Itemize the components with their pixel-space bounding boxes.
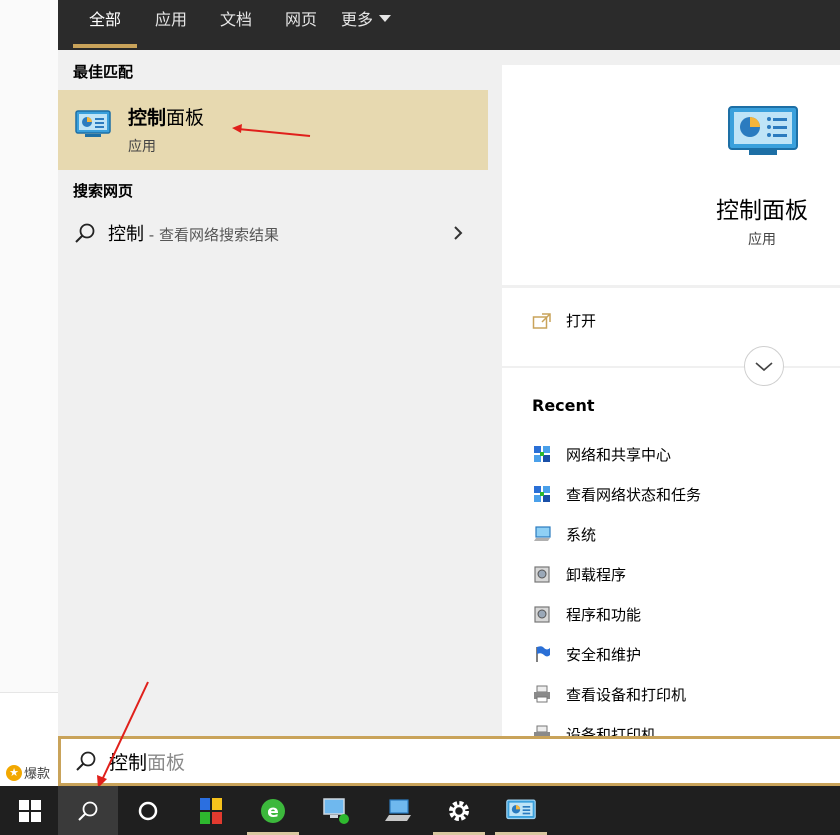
detail-pane: 控制面板 应用 打开 Recent 网络和共享中心 查看网络状态和任务 系统 卸… bbox=[488, 50, 840, 744]
recent-item-label: 程序和功能 bbox=[566, 605, 642, 624]
tab-all-label: 全部 bbox=[88, 10, 121, 29]
taskbar-app-settings[interactable] bbox=[429, 786, 489, 835]
windows-logo-icon bbox=[19, 799, 41, 822]
control-panel-icon bbox=[506, 799, 536, 819]
tab-web-label: 网页 bbox=[284, 10, 317, 29]
open-action[interactable]: 打开 bbox=[532, 310, 596, 331]
best-match-title-bold: 控制 bbox=[128, 107, 167, 129]
recent-item-programs[interactable]: 程序和功能 bbox=[532, 594, 701, 634]
network-icon bbox=[534, 446, 550, 462]
green-browser-icon: e bbox=[261, 798, 285, 823]
star-icon: ★ bbox=[6, 764, 22, 781]
search-panel: 全部 应用 文档 网页 更多 最佳匹配 控制面板 应用 搜索网页 控制 - 查看… bbox=[58, 0, 840, 786]
tab-web[interactable]: 网页 bbox=[276, 0, 326, 50]
taskbar-app-computer[interactable] bbox=[368, 786, 428, 835]
taskbar-app-control-panel[interactable] bbox=[491, 786, 551, 835]
detail-header-card: 控制面板 应用 bbox=[502, 65, 840, 285]
detail-title: 控制面板 bbox=[716, 198, 808, 224]
background-item[interactable]: ★ 爆款 bbox=[6, 763, 50, 782]
web-search-text: 控制 - 查看网络搜索结果 bbox=[108, 220, 279, 246]
recent-item-uninstall[interactable]: 卸载程序 bbox=[532, 554, 701, 594]
best-match-item[interactable]: 控制面板 应用 bbox=[58, 90, 488, 170]
taskbar-app-network[interactable] bbox=[306, 786, 366, 835]
recent-item-label: 网络和共享中心 bbox=[566, 445, 672, 464]
tab-active-underline bbox=[73, 44, 137, 48]
detail-actions-card: 打开 bbox=[502, 288, 840, 366]
best-match-title: 控制面板 bbox=[128, 103, 204, 130]
gear-icon bbox=[449, 800, 469, 821]
tab-documents-label: 文档 bbox=[219, 10, 252, 29]
system-icon bbox=[534, 526, 551, 541]
network-computer-icon bbox=[323, 797, 349, 824]
web-search-query: 控制 bbox=[108, 224, 144, 245]
search-tabs-bar: 全部 应用 文档 网页 更多 bbox=[58, 0, 840, 50]
background-item-label: 爆款 bbox=[24, 767, 51, 782]
search-icon bbox=[75, 223, 95, 243]
recent-card: Recent 网络和共享中心 查看网络状态和任务 系统 卸载程序 程序和功能 安… bbox=[502, 368, 840, 744]
control-panel-icon bbox=[728, 106, 798, 155]
recent-list: 网络和共享中心 查看网络状态和任务 系统 卸载程序 程序和功能 安全和维护 查看… bbox=[532, 434, 701, 754]
control-panel-icon bbox=[75, 110, 111, 137]
flag-icon bbox=[536, 646, 550, 662]
cortana-circle-icon bbox=[138, 801, 158, 820]
tab-all[interactable]: 全部 bbox=[73, 0, 137, 50]
printer-icon bbox=[534, 685, 550, 703]
search-icon bbox=[78, 801, 98, 821]
recent-item-security[interactable]: 安全和维护 bbox=[532, 634, 701, 674]
recent-item-system[interactable]: 系统 bbox=[532, 514, 701, 554]
programs-icon bbox=[534, 566, 550, 583]
background-window: ★ 爆款 bbox=[0, 0, 58, 786]
taskbar-app-tiles[interactable] bbox=[181, 786, 241, 835]
colorful-tiles-app-icon bbox=[200, 797, 222, 824]
web-search-hint: - 查看网络搜索结果 bbox=[144, 226, 279, 244]
tab-more-label: 更多 bbox=[341, 10, 374, 29]
detail-subtitle: 应用 bbox=[748, 232, 776, 248]
programs-icon bbox=[534, 606, 550, 623]
search-box[interactable]: 控制面板 bbox=[58, 736, 840, 786]
open-action-label: 打开 bbox=[566, 312, 597, 330]
chevron-right-icon[interactable] bbox=[450, 224, 466, 242]
recent-item-view-devices[interactable]: 查看设备和打印机 bbox=[532, 674, 701, 714]
annotation-arrow-icon bbox=[97, 681, 149, 788]
laptop-icon bbox=[385, 798, 411, 821]
best-match-subtitle: 应用 bbox=[128, 139, 156, 155]
svg-text:e: e bbox=[267, 802, 279, 822]
taskbar-search-button[interactable] bbox=[58, 786, 118, 835]
recent-item-network-status[interactable]: 查看网络状态和任务 bbox=[532, 474, 701, 514]
open-external-icon bbox=[532, 312, 551, 329]
tab-apps-label: 应用 bbox=[154, 10, 187, 29]
recent-item-label: 系统 bbox=[566, 525, 597, 544]
start-button[interactable] bbox=[0, 786, 60, 835]
taskbar-app-browser[interactable]: e bbox=[243, 786, 303, 835]
recent-item-label: 安全和维护 bbox=[566, 645, 642, 664]
expand-button[interactable] bbox=[744, 346, 784, 386]
recent-item-label: 查看设备和打印机 bbox=[566, 685, 687, 704]
tab-documents[interactable]: 文档 bbox=[211, 0, 261, 50]
results-list: 最佳匹配 控制面板 应用 搜索网页 控制 - 查看网络搜索结果 bbox=[58, 50, 488, 736]
web-search-heading: 搜索网页 bbox=[73, 182, 134, 200]
network-icon bbox=[534, 486, 550, 502]
tab-apps[interactable]: 应用 bbox=[146, 0, 196, 50]
web-search-item[interactable]: 控制 - 查看网络搜索结果 bbox=[58, 210, 488, 256]
taskbar: e bbox=[0, 786, 840, 835]
chevron-down-icon bbox=[755, 362, 773, 372]
best-match-title-rest: 面板 bbox=[166, 107, 205, 129]
tab-more[interactable]: 更多 bbox=[341, 0, 411, 50]
recent-item-label: 卸载程序 bbox=[566, 565, 627, 584]
recent-item-label: 查看网络状态和任务 bbox=[566, 485, 702, 504]
chevron-down-icon bbox=[379, 15, 392, 22]
recent-heading: Recent bbox=[532, 396, 595, 415]
best-match-heading: 最佳匹配 bbox=[73, 63, 134, 81]
cortana-button[interactable] bbox=[118, 786, 178, 835]
annotation-arrow-icon bbox=[232, 124, 311, 137]
recent-item-network-center[interactable]: 网络和共享中心 bbox=[532, 434, 701, 474]
